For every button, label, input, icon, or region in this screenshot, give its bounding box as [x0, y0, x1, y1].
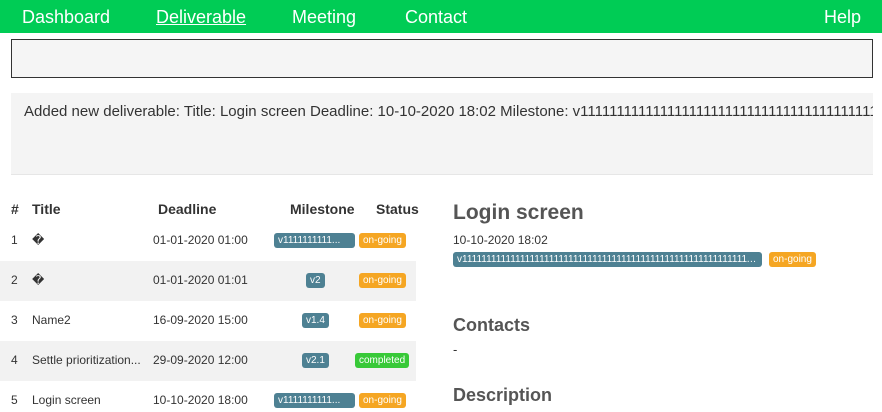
- milestone-badge: v1111111111...: [274, 233, 355, 248]
- row-deadline: 29-09-2020 12:00: [153, 353, 248, 367]
- status-badge: completed: [355, 353, 410, 368]
- row-title: Name2: [32, 313, 71, 327]
- status-badge: on-going: [359, 393, 406, 408]
- milestone-badge: v2.1: [302, 353, 329, 368]
- status-badge: on-going: [359, 273, 406, 288]
- status-badge: on-going: [359, 233, 406, 248]
- col-header-status: Status: [376, 201, 419, 217]
- row-title: Settle prioritization...: [32, 353, 141, 367]
- table-row[interactable]: 3 Name2 16-09-2020 15:00 v1.4 on-going: [0, 301, 416, 341]
- milestone-badge: v1.4: [302, 313, 329, 328]
- row-title: Login screen: [32, 393, 101, 407]
- row-deadline: 01-01-2020 01:00: [153, 233, 248, 247]
- top-navbar: Dashboard Deliverable Meeting Contact He…: [0, 0, 882, 33]
- col-header-index: #: [11, 201, 19, 217]
- row-deadline: 10-10-2020 18:00: [153, 393, 248, 407]
- row-index: 1: [11, 233, 18, 247]
- nav-dashboard[interactable]: Dashboard: [22, 6, 110, 28]
- table-row[interactable]: 1 � 01-01-2020 01:00 v1111111111... on-g…: [0, 221, 416, 261]
- contacts-value: -: [453, 342, 458, 357]
- col-header-milestone: Milestone: [290, 201, 355, 217]
- detail-title: Login screen: [453, 201, 584, 224]
- row-deadline: 01-01-2020 01:01: [153, 273, 248, 287]
- result-message: Added new deliverable: Title: Login scre…: [24, 103, 873, 120]
- row-index: 2: [11, 273, 18, 287]
- detail-milestone-badge: v111111111111111111111111111111111111111…: [453, 252, 762, 267]
- result-display: Added new deliverable: Title: Login scre…: [11, 93, 873, 175]
- col-header-title: Title: [32, 201, 61, 217]
- row-index: 3: [11, 313, 18, 327]
- row-title: �: [32, 273, 45, 287]
- milestone-badge: v2: [306, 273, 325, 288]
- col-header-deadline: Deadline: [158, 201, 217, 217]
- command-input[interactable]: [11, 39, 873, 78]
- contacts-heading: Contacts: [453, 315, 531, 335]
- nav-contact[interactable]: Contact: [405, 6, 467, 28]
- milestone-badge: v1111111111...: [274, 393, 355, 408]
- table-row[interactable]: 2 � 01-01-2020 01:01 v2 on-going: [0, 261, 416, 301]
- row-index: 4: [11, 353, 18, 367]
- detail-deadline: 10-10-2020 18:02: [453, 233, 548, 247]
- description-heading: Description: [453, 385, 553, 405]
- row-index: 5: [11, 393, 18, 407]
- detail-status-badge: on-going: [769, 252, 816, 267]
- status-badge: on-going: [359, 313, 406, 328]
- nav-deliverable[interactable]: Deliverable: [156, 6, 246, 28]
- nav-help[interactable]: Help: [824, 6, 861, 28]
- row-title: �: [32, 233, 45, 247]
- row-deadline: 16-09-2020 15:00: [153, 313, 248, 327]
- table-row[interactable]: 5 Login screen 10-10-2020 18:00 v1111111…: [0, 381, 416, 412]
- table-row[interactable]: 4 Settle prioritization... 29-09-2020 12…: [0, 341, 416, 381]
- nav-meeting[interactable]: Meeting: [292, 6, 356, 28]
